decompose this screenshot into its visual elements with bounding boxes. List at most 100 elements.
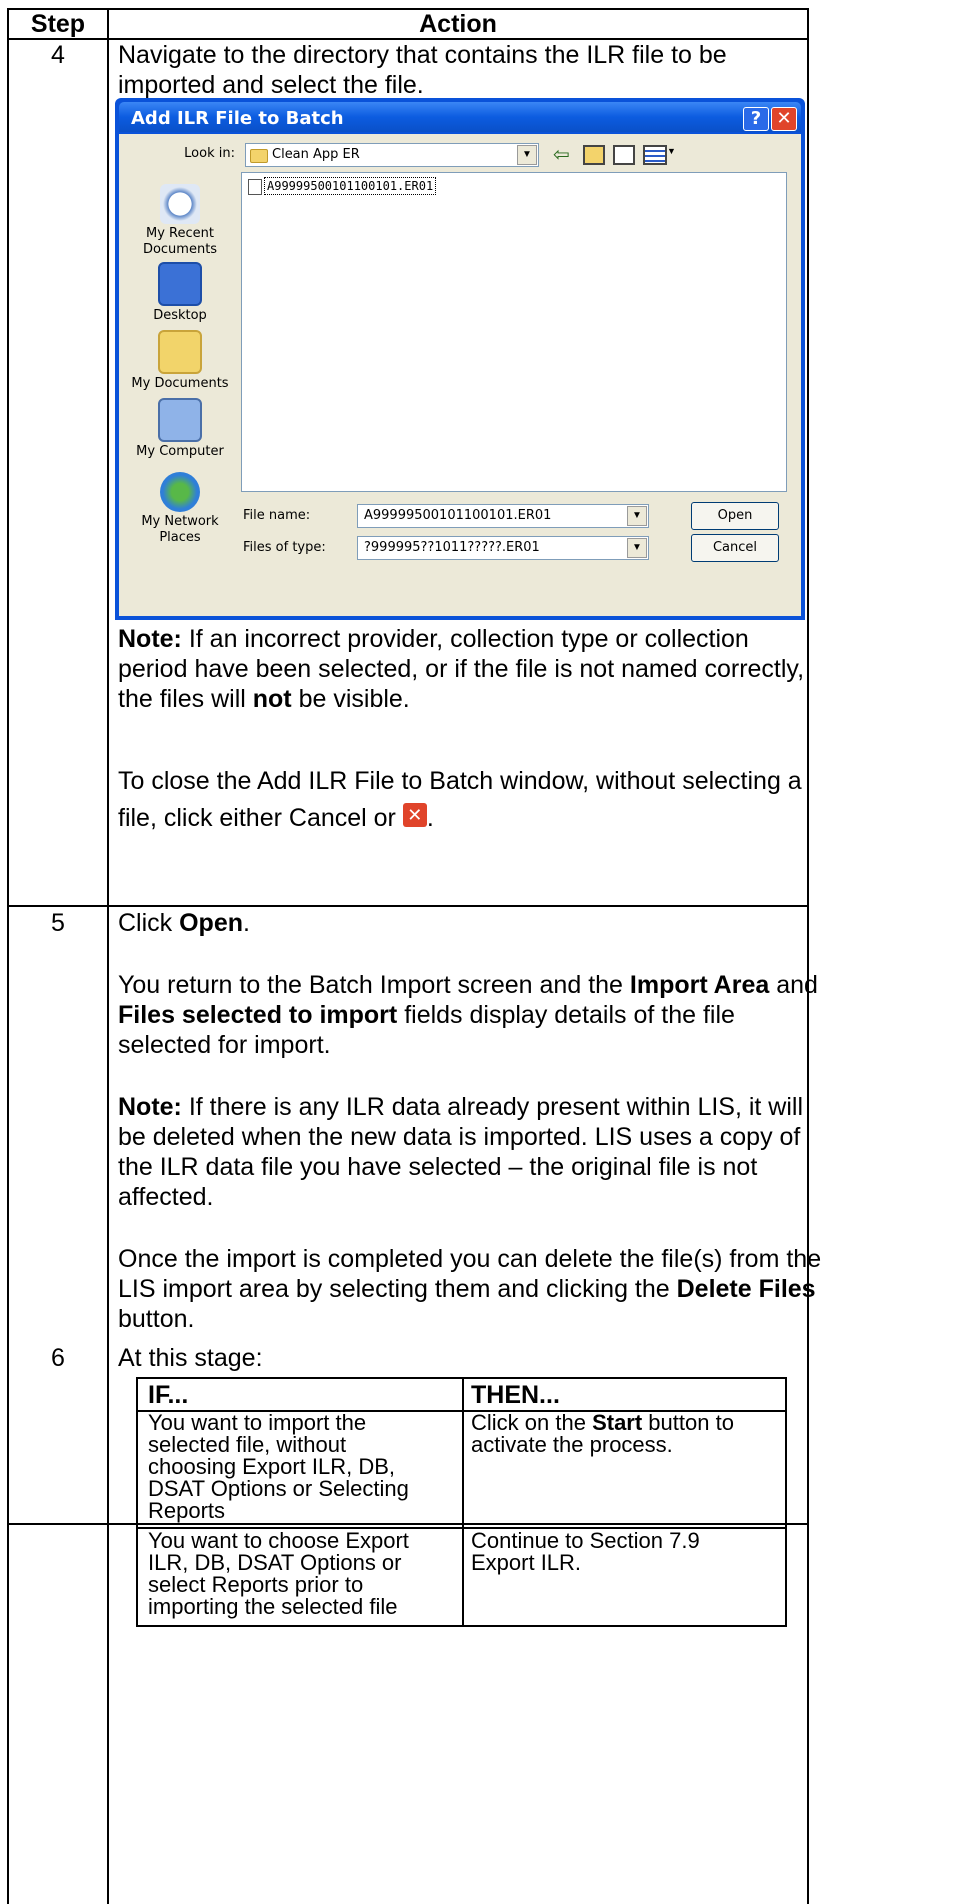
if-line: ILR, DB, DSAT Options or <box>148 1550 402 1575</box>
then-line: Export ILR. <box>471 1550 582 1575</box>
chevron-down-icon: ▼ <box>667 146 676 156</box>
close-button[interactable]: ✕ <box>771 107 797 131</box>
files-of-type-dropdown[interactable]: ?999995??1011?????.ER01 ▼ <box>357 536 649 560</box>
if-line: select Reports prior to <box>148 1572 364 1597</box>
look-in-value: Clean App ER <box>272 147 360 162</box>
if-cell: You want to choose Export ILR, DB, DSAT … <box>148 1530 409 1618</box>
paragraph-line: button. <box>118 1305 195 1333</box>
file-item[interactable]: A99999500101100101.ER01 <box>264 177 437 195</box>
place-my-documents[interactable]: My Documents <box>125 330 235 392</box>
step-number: 4 <box>51 41 65 69</box>
paragraph-line: affected. <box>118 1183 214 1211</box>
documents-folder-icon <box>158 330 202 374</box>
paragraph-line: the ILR data file you have selected – th… <box>118 1153 758 1181</box>
back-icon[interactable]: ⇦ <box>553 142 570 167</box>
paragraph-line: Note: If there is any ILR data already p… <box>118 1092 803 1122</box>
desktop-icon <box>158 262 202 306</box>
if-line: selected file, without <box>148 1432 347 1457</box>
if-line: DSAT Options or Selecting <box>148 1476 409 1501</box>
then-line: activate the process. <box>471 1432 673 1457</box>
if-line: You want to choose Export <box>148 1528 409 1553</box>
file-icon <box>248 179 262 195</box>
instruction-text: Click Open. <box>118 908 250 938</box>
note-label: Note: <box>118 1093 182 1121</box>
dialog-title: Add ILR File to Batch <box>131 108 344 129</box>
chevron-down-icon[interactable]: ▼ <box>627 538 647 558</box>
if-header: IF... <box>148 1381 189 1409</box>
files-of-type-label: Files of type: <box>243 540 326 555</box>
delete-files-ref: Delete Files <box>676 1275 816 1303</box>
add-ilr-file-dialog: Add ILR File to Batch ? ✕ Look in: Clean… <box>115 98 805 620</box>
if-line: Reports <box>148 1498 226 1523</box>
help-button[interactable]: ? <box>743 107 769 131</box>
files-selected-ref: Files selected to import <box>118 1001 398 1029</box>
note-line: the files will not be visible. <box>118 684 410 714</box>
folder-icon <box>250 149 268 163</box>
look-in-label: Look in: <box>184 146 235 161</box>
note-text: If an incorrect provider, collection typ… <box>181 625 749 653</box>
if-line: choosing Export ILR, DB, <box>148 1454 396 1479</box>
click-text: . <box>243 909 250 937</box>
new-folder-icon[interactable] <box>613 145 635 165</box>
open-ref: Open <box>179 909 244 937</box>
paragraph-line: LIS import area by selecting them and cl… <box>118 1274 816 1304</box>
header-step: Step <box>30 10 86 38</box>
up-folder-icon[interactable] <box>583 145 605 165</box>
paragraph-line: selected for import. <box>118 1031 331 1059</box>
instruction-text: Navigate to the directory that contains … <box>118 41 727 69</box>
then-cell: Click on the Start button to activate th… <box>471 1412 734 1456</box>
look-in-dropdown[interactable]: Clean App ER ▼ <box>245 143 539 167</box>
paragraph-text: fields display details of the file <box>397 1001 735 1029</box>
globe-icon <box>160 472 200 512</box>
note-line: period have been selected, or if the fil… <box>118 655 805 683</box>
paragraph-line: Files selected to import fields display … <box>118 1000 735 1030</box>
place-desktop[interactable]: Desktop <box>125 262 235 324</box>
then-cell: Continue to Section 7.9 Export ILR. <box>471 1530 700 1574</box>
dialog-titlebar: Add ILR File to Batch ? ✕ <box>119 102 801 132</box>
file-name-label: File name: <box>243 508 311 523</box>
instruction-text: imported and select the file. <box>118 71 424 99</box>
dialog-body: Look in: Clean App ER ▼ ⇦ ▼ My Recent Do… <box>119 134 801 616</box>
place-label: My Computer <box>136 444 224 459</box>
place-label: My Documents <box>131 376 229 391</box>
paragraph-line: be deleted when the new data is imported… <box>118 1123 801 1151</box>
click-text: Click <box>118 909 180 937</box>
file-name-value: A99999500101100101.ER01 <box>364 508 552 523</box>
open-button[interactable]: Open <box>691 502 779 530</box>
place-recent-documents[interactable]: My Recent Documents <box>125 184 235 258</box>
view-menu-icon[interactable] <box>643 145 667 165</box>
files-of-type-value: ?999995??1011?????.ER01 <box>364 540 540 555</box>
paragraph-line: Once the import is completed you can del… <box>118 1245 822 1273</box>
paragraph-text: If there is any ILR data already present… <box>181 1093 804 1121</box>
place-my-computer[interactable]: My Computer <box>125 398 235 460</box>
file-name-input[interactable]: A99999500101100101.ER01 ▼ <box>357 504 649 528</box>
computer-icon <box>158 398 202 442</box>
instruction-text: At this stage: <box>118 1344 263 1372</box>
paragraph-text: and <box>769 971 818 999</box>
note-label: Note: <box>118 625 182 653</box>
if-cell: You want to import the selected file, wi… <box>148 1412 409 1522</box>
close-instruction: To close the Add ILR File to Batch windo… <box>118 767 802 795</box>
paragraph-text: LIS import area by selecting them and cl… <box>118 1275 677 1303</box>
paragraph-text: You return to the Batch Import screen an… <box>118 971 630 999</box>
then-header: THEN... <box>471 1381 560 1409</box>
if-line: importing the selected file <box>148 1594 398 1619</box>
place-label: My Recent Documents <box>142 226 218 257</box>
note-line: Note: If an incorrect provider, collecti… <box>118 624 749 654</box>
step-number: 6 <box>51 1344 65 1372</box>
close-text: file, click either Cancel or <box>118 804 403 832</box>
chevron-down-icon[interactable]: ▼ <box>627 506 647 526</box>
place-network[interactable]: My Network Places <box>125 472 235 546</box>
then-line: Click on the Start button to <box>471 1412 734 1434</box>
chevron-down-icon[interactable]: ▼ <box>517 145 537 165</box>
file-list[interactable]: A99999500101100101.ER01 <box>241 172 787 492</box>
import-area-ref: Import Area <box>629 971 770 999</box>
place-label: My Network Places <box>141 514 219 545</box>
place-label: Desktop <box>153 308 207 323</box>
close-x-icon: ✕ <box>402 803 427 827</box>
note-emphasis: not <box>252 685 292 713</box>
note-text: the files will <box>118 685 253 713</box>
cancel-button[interactable]: Cancel <box>691 534 779 562</box>
note-text: be visible. <box>291 685 410 713</box>
step-number: 5 <box>51 909 65 937</box>
